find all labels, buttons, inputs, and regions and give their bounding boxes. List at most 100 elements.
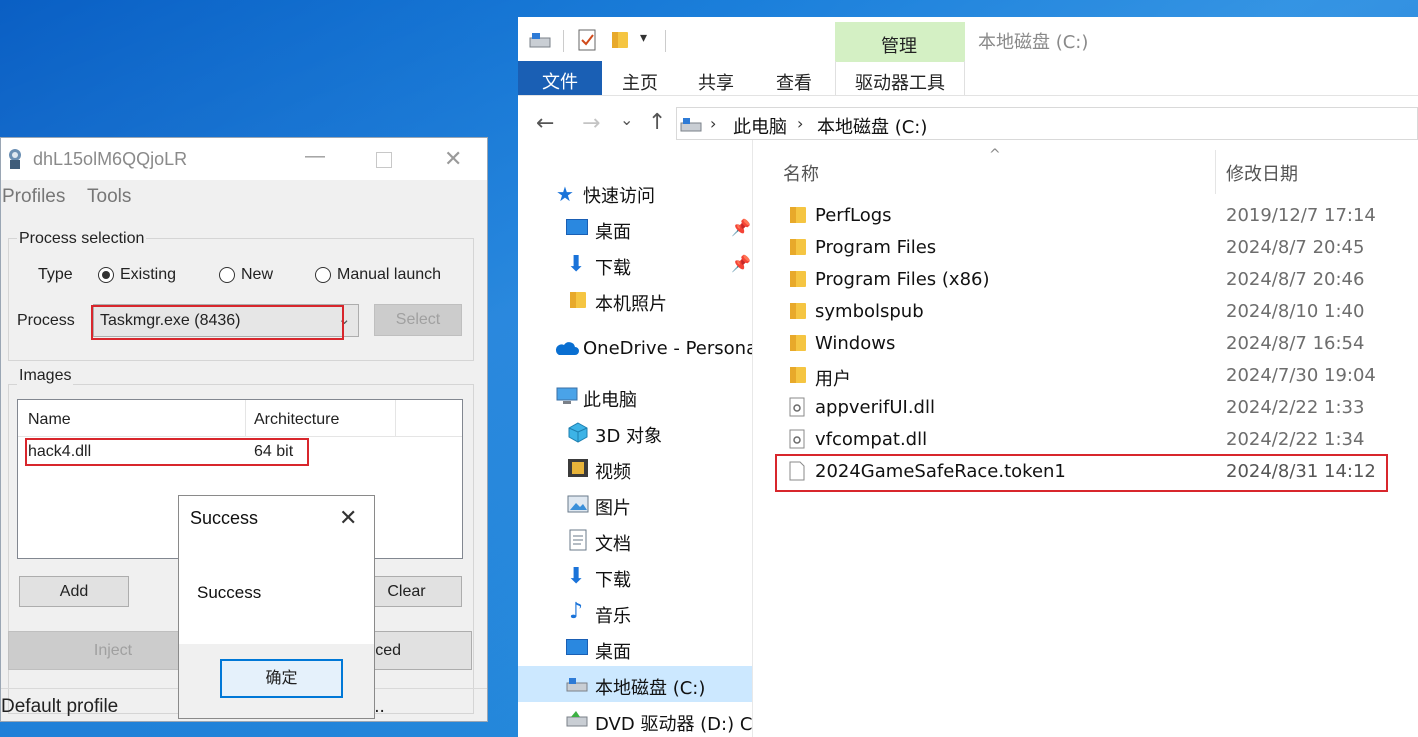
nav-item-dvd[interactable]: DVD 驱动器 (D:) CC	[595, 710, 752, 736]
menu-tools[interactable]: Tools	[87, 186, 131, 208]
file-name[interactable]: Program Files (x86)	[815, 269, 990, 290]
up-arrow-icon[interactable]: ↑	[648, 110, 666, 135]
process-selection-group	[8, 238, 474, 361]
tab-view[interactable]: 查看	[776, 69, 812, 95]
star-icon: ★	[556, 182, 574, 206]
pictures-icon	[567, 495, 589, 513]
tab-file[interactable]: 文件	[518, 61, 602, 95]
breadcrumb-separator-icon[interactable]: ›	[710, 114, 716, 133]
nav-item-3d-objects[interactable]: 3D 对象	[595, 422, 662, 448]
file-date: 2024/7/30 19:04	[1226, 365, 1376, 386]
pin-icon[interactable]: 📌	[731, 218, 751, 237]
back-arrow-icon[interactable]: ←	[536, 111, 554, 136]
radio-new-label: New	[241, 266, 274, 283]
nav-quick-access[interactable]: 快速访问	[583, 182, 655, 208]
nav-item-music[interactable]: 音乐	[595, 602, 631, 628]
ok-button[interactable]: 确定	[220, 659, 343, 698]
tab-file-label: 文件	[542, 72, 578, 93]
tab-drive-tools[interactable]: 驱动器工具	[835, 61, 965, 95]
nav-item-videos[interactable]: 视频	[595, 458, 631, 484]
sort-ascending-icon: ^	[989, 147, 1001, 163]
nav-item-documents[interactable]: 文档	[595, 530, 631, 556]
column-name[interactable]: Name	[28, 411, 71, 429]
dialog-message: Success	[197, 583, 262, 602]
close-icon[interactable]: ✕	[444, 146, 462, 172]
drive-icon	[566, 678, 588, 692]
qat-separator	[665, 30, 666, 52]
nav-item-pictures[interactable]: 图片	[595, 494, 631, 520]
minimize-icon[interactable]: —	[305, 145, 325, 168]
qat-separator	[563, 30, 564, 52]
radio-manual-launch[interactable]	[315, 267, 331, 283]
nav-item-downloads[interactable]: 下载	[595, 254, 631, 280]
folder-icon	[790, 303, 806, 319]
image-highlight-box	[25, 438, 309, 466]
recent-locations-icon[interactable]: ⌄	[620, 110, 633, 129]
dll-file-icon	[789, 429, 805, 449]
file-name[interactable]: vfcompat.dll	[815, 429, 927, 450]
folder-icon	[790, 367, 806, 383]
nav-item-desktop-pc[interactable]: 桌面	[595, 638, 631, 664]
nav-onedrive[interactable]: OneDrive - Personal	[583, 338, 752, 359]
nav-item-local-disk[interactable]: 本地磁盘 (C:)	[595, 674, 705, 700]
nav-this-pc[interactable]: 此电脑	[583, 386, 637, 412]
folder-icon	[790, 239, 806, 255]
file-date: 2024/8/7 20:46	[1226, 269, 1365, 290]
nav-item-desktop[interactable]: 桌面	[595, 218, 631, 244]
onedrive-cloud-icon	[555, 342, 579, 355]
file-date: 2024/2/22 1:33	[1226, 397, 1365, 418]
new-folder-icon[interactable]	[612, 32, 628, 48]
tab-share[interactable]: 共享	[698, 69, 734, 95]
menu-profiles[interactable]: Profiles	[2, 186, 65, 208]
desktop-icon	[566, 639, 588, 655]
documents-icon	[569, 529, 587, 551]
maximize-icon[interactable]	[376, 152, 392, 168]
properties-icon[interactable]	[577, 28, 597, 52]
column-architecture[interactable]: Architecture	[254, 411, 339, 429]
radio-new[interactable]	[219, 267, 235, 283]
status-text: Default profile	[1, 696, 119, 717]
folder-icon	[570, 292, 586, 308]
column-header-name[interactable]: 名称	[783, 160, 819, 186]
nav-item-downloads-pc[interactable]: 下载	[595, 566, 631, 592]
breadcrumb-local-disk[interactable]: 本地磁盘 (C:)	[817, 113, 927, 139]
desktop-icon	[566, 219, 588, 235]
computer-icon	[556, 387, 578, 404]
select-button[interactable]: Select	[374, 304, 462, 336]
radio-existing-label: Existing	[120, 266, 177, 283]
file-name[interactable]: PerfLogs	[815, 205, 892, 226]
drive-icon	[529, 33, 551, 48]
injector-app-icon	[9, 149, 21, 169]
qat-dropdown-icon[interactable]: ▾	[640, 30, 647, 46]
file-date: 2024/8/10 1:40	[1226, 301, 1365, 322]
pin-icon[interactable]: 📌	[731, 254, 751, 273]
folder-icon	[790, 207, 806, 223]
pane-divider	[752, 140, 753, 737]
music-note-icon: ♪	[569, 599, 584, 624]
images-label: Images	[17, 367, 74, 385]
breadcrumb-this-pc[interactable]: 此电脑	[733, 113, 787, 139]
video-icon	[568, 459, 588, 477]
column-header-date[interactable]: 修改日期	[1226, 160, 1298, 186]
forward-arrow-icon[interactable]: →	[582, 111, 600, 136]
file-name[interactable]: Windows	[815, 333, 895, 354]
tab-home[interactable]: 主页	[622, 69, 658, 95]
add-button[interactable]: Add	[19, 576, 129, 607]
file-name[interactable]: 用户	[815, 365, 851, 391]
file-date: 2019/12/7 17:14	[1226, 205, 1376, 226]
file-name[interactable]: appverifUI.dll	[815, 397, 935, 418]
download-arrow-icon: ⬇	[567, 564, 586, 589]
process-label: Process	[17, 312, 75, 329]
address-bar[interactable]	[676, 107, 1418, 140]
contextual-tab-label: 管理	[881, 36, 917, 57]
file-date: 2024/8/7 16:54	[1226, 333, 1365, 354]
radio-existing[interactable]	[98, 267, 114, 283]
nav-item-photos[interactable]: 本机照片	[595, 290, 667, 316]
folder-icon	[790, 335, 806, 351]
type-label: Type	[38, 266, 73, 283]
dialog-close-icon[interactable]: ✕	[339, 505, 357, 531]
file-name[interactable]: symbolspub	[815, 301, 924, 322]
process-highlight-box	[91, 305, 344, 340]
breadcrumb-separator-icon[interactable]: ›	[797, 114, 803, 133]
file-name[interactable]: Program Files	[815, 237, 936, 258]
